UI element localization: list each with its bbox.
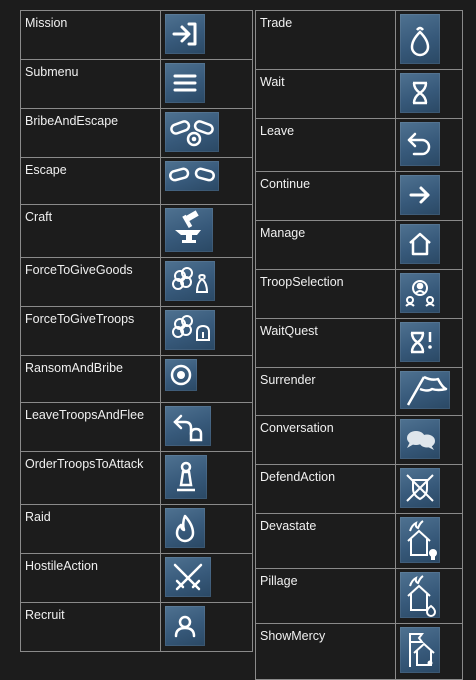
- shield-swords-icon: [400, 468, 440, 508]
- row-label: LeaveTroopsAndFlee: [20, 402, 161, 452]
- table-row: Recruit: [20, 602, 253, 652]
- broken-chain-icon: [165, 161, 219, 191]
- row-label: RansomAndBribe: [20, 355, 161, 403]
- fist-bag-icon: [165, 261, 215, 301]
- row-label: DefendAction: [255, 464, 396, 514]
- chess-pawn-icon: [165, 455, 207, 499]
- hourglass-exclamation-icon: [400, 322, 440, 362]
- table-row: Surrender: [255, 367, 463, 416]
- return-arrow-icon: [400, 122, 440, 166]
- table-row: ForceToGiveGoods: [20, 257, 253, 307]
- row-label: Escape: [20, 157, 161, 205]
- table-row: OrderTroopsToAttack: [20, 451, 253, 505]
- hourglass-icon: [400, 73, 440, 113]
- anvil-hammer-icon: [165, 208, 213, 252]
- table-row: Submenu: [20, 59, 253, 109]
- table-row: Wait: [255, 69, 463, 119]
- row-label: WaitQuest: [255, 318, 396, 368]
- table-row: Escape: [20, 157, 253, 205]
- burning-house-bag-icon: [400, 572, 440, 618]
- speech-bubbles-icon: [400, 419, 440, 459]
- left-icon-table: Mission Submenu BribeAndEscape Escape Cr…: [20, 10, 253, 652]
- table-row: ShowMercy: [255, 623, 463, 680]
- table-row: TroopSelection: [255, 269, 463, 319]
- table-row: DefendAction: [255, 464, 463, 514]
- money-bag-icon: [400, 14, 440, 64]
- table-row: ForceToGiveTroops: [20, 306, 253, 356]
- return-helmet-icon: [165, 406, 211, 446]
- row-label: Pillage: [255, 568, 396, 624]
- row-label: Craft: [20, 204, 161, 258]
- white-flag-icon: [400, 371, 450, 409]
- row-label: Trade: [255, 10, 396, 70]
- row-label: Raid: [20, 504, 161, 554]
- table-row: Manage: [255, 220, 463, 270]
- row-label: Manage: [255, 220, 396, 270]
- table-row: Mission: [20, 10, 253, 60]
- right-arrow-icon: [400, 175, 440, 215]
- burning-house-skull-icon: [400, 517, 440, 563]
- row-label: Continue: [255, 171, 396, 221]
- row-label: Wait: [255, 69, 396, 119]
- table-row: Raid: [20, 504, 253, 554]
- house-icon: [400, 224, 440, 264]
- row-label: ForceToGiveGoods: [20, 257, 161, 307]
- right-icon-table: Trade Wait Leave Continue Manage TroopSe…: [255, 10, 463, 680]
- row-label: TroopSelection: [255, 269, 396, 319]
- table-row: LeaveTroopsAndFlee: [20, 402, 253, 452]
- row-label: BribeAndEscape: [20, 108, 161, 158]
- table-row: Craft: [20, 204, 253, 258]
- row-label: ForceToGiveTroops: [20, 306, 161, 356]
- flag-house-icon: [400, 627, 440, 673]
- row-label: Recruit: [20, 602, 161, 652]
- row-label: Conversation: [255, 415, 396, 465]
- table-row: Leave: [255, 118, 463, 172]
- row-label: ShowMercy: [255, 623, 396, 680]
- fist-helmet-icon: [165, 310, 215, 350]
- row-label: Mission: [20, 10, 161, 60]
- row-label: Surrender: [255, 367, 396, 416]
- row-label: Devastate: [255, 513, 396, 569]
- recruit-person-icon: [165, 606, 205, 646]
- submenu-lines-icon: [165, 63, 205, 103]
- table-row: Conversation: [255, 415, 463, 465]
- table-row: WaitQuest: [255, 318, 463, 368]
- table-row: Trade: [255, 10, 463, 70]
- table-row: Continue: [255, 171, 463, 221]
- coin-icon: [165, 359, 197, 391]
- table-row: HostileAction: [20, 553, 253, 603]
- row-label: HostileAction: [20, 553, 161, 603]
- row-label: Submenu: [20, 59, 161, 109]
- flame-icon: [165, 508, 205, 548]
- chain-coin-icon: [165, 112, 219, 152]
- mission-arrow-icon: [165, 14, 205, 54]
- row-label: OrderTroopsToAttack: [20, 451, 161, 505]
- table-row: BribeAndEscape: [20, 108, 253, 158]
- row-label: Leave: [255, 118, 396, 172]
- troops-group-icon: [400, 273, 440, 313]
- table-row: Devastate: [255, 513, 463, 569]
- table-row: RansomAndBribe: [20, 355, 253, 403]
- table-row: Pillage: [255, 568, 463, 624]
- crossed-swords-icon: [165, 557, 211, 597]
